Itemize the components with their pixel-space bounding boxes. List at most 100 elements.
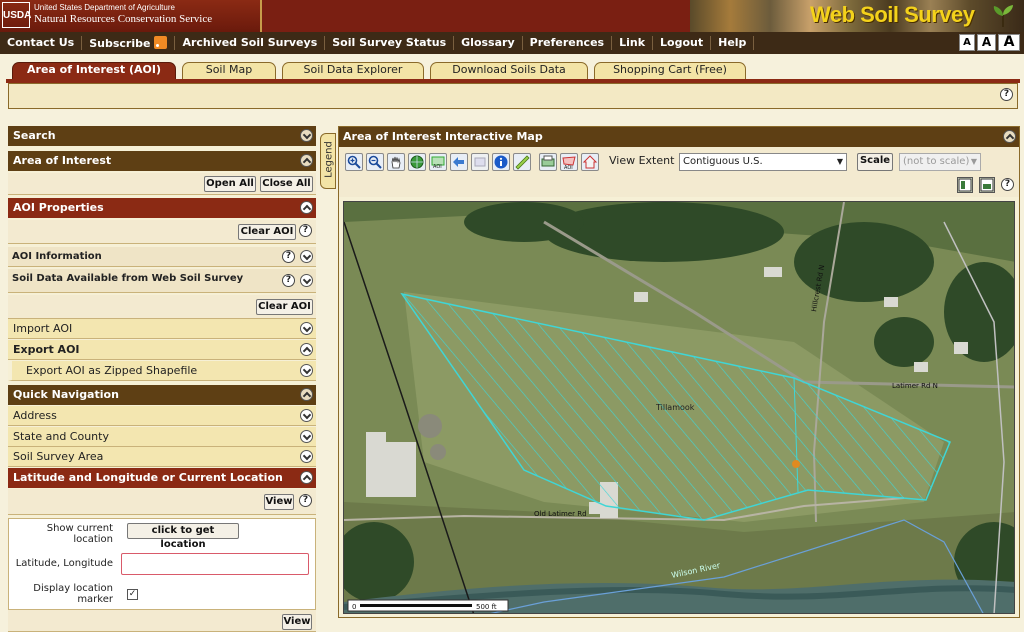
zoom-out-icon[interactable] (366, 153, 384, 171)
seedling-icon (993, 5, 1013, 27)
nav-logout[interactable]: Logout (653, 36, 712, 50)
clear-aoi-button-2[interactable]: Clear AOI (256, 299, 313, 315)
aoi-information-header[interactable]: AOI Information ? (8, 247, 316, 267)
aoi-header[interactable]: Area of Interest (8, 151, 316, 171)
show-current-location-label: Show current location (46, 523, 113, 545)
export-shapefile-label: Export AOI as Zipped Shapefile (26, 364, 198, 377)
home-icon[interactable] (581, 153, 599, 171)
svg-text:AOI: AOI (433, 164, 442, 170)
export-shapefile-header[interactable]: Export AOI as Zipped Shapefile (8, 361, 316, 381)
aoi-rect-icon[interactable]: AOI (429, 153, 447, 171)
address-header[interactable]: Address (8, 406, 316, 426)
chevron-down-icon[interactable] (300, 322, 313, 335)
aoi-properties-label: AOI Properties (13, 201, 104, 214)
aerial-map[interactable]: Tillamook Latimer Rd N Hillcrest Rd N Ol… (344, 202, 1015, 614)
zoom-in-icon[interactable] (345, 153, 363, 171)
road-label-latimer: Latimer Rd N (892, 382, 938, 390)
legend-tab[interactable]: Legend (320, 133, 336, 189)
help-icon[interactable]: ? (299, 494, 312, 507)
export-aoi-header[interactable]: Export AOI (8, 340, 316, 360)
tab-area-of-interest[interactable]: Area of Interest (AOI) (12, 62, 176, 80)
chevron-down-icon[interactable] (300, 129, 313, 142)
info-icon[interactable] (492, 153, 510, 171)
view-extent-select[interactable]: Contiguous U.S. (679, 153, 847, 171)
state-county-header[interactable]: State and County (8, 427, 316, 447)
view-button-2[interactable]: View (282, 614, 312, 630)
chevron-down-icon[interactable] (300, 430, 313, 443)
map-title: Area of Interest Interactive Map (343, 130, 543, 143)
import-aoi-header[interactable]: Import AOI (8, 319, 316, 339)
nav-glossary[interactable]: Glossary (454, 36, 523, 50)
tab-download-soils-data[interactable]: Download Soils Data (430, 62, 588, 80)
nav-soil-survey-status[interactable]: Soil Survey Status (325, 36, 455, 50)
map-canvas[interactable]: Tillamook Latimer Rd N Hillcrest Rd N Ol… (343, 201, 1015, 614)
chevron-up-icon[interactable] (300, 471, 313, 484)
nav-subscribe-label: Subscribe (89, 37, 151, 50)
latitude-longitude-input[interactable] (121, 553, 309, 575)
view-button[interactable]: View (264, 494, 294, 510)
chevron-up-icon[interactable] (300, 343, 313, 356)
overview-map-icon[interactable] (979, 177, 995, 193)
aoi-properties-header[interactable]: AOI Properties (8, 198, 316, 218)
display-marker-label: Display location marker (33, 583, 113, 605)
scale-button[interactable]: Scale (857, 153, 893, 171)
nav-contact-us[interactable]: Contact Us (0, 36, 83, 50)
chevron-down-icon[interactable] (300, 409, 313, 422)
lat-long-header[interactable]: Latitude and Longitude or Current Locati… (8, 468, 316, 488)
tab-soil-data-explorer[interactable]: Soil Data Explorer (282, 62, 424, 80)
display-marker-checkbox[interactable]: ✓ (127, 589, 138, 600)
road-label-old-latimer: Old Latimer Rd (534, 510, 587, 518)
help-icon[interactable]: ? (1000, 88, 1013, 101)
globe-icon[interactable] (408, 153, 426, 171)
get-location-button[interactable]: click to get location (127, 523, 239, 550)
clear-aoi-button[interactable]: Clear AOI (238, 224, 296, 240)
usda-branding[interactable]: USDA United States Department of Agricul… (0, 0, 262, 32)
soil-survey-area-header[interactable]: Soil Survey Area (8, 447, 316, 467)
forward-icon[interactable] (471, 153, 489, 171)
nav-subscribe[interactable]: Subscribe (82, 36, 176, 50)
nav-archived-soil-surveys[interactable]: Archived Soil Surveys (175, 36, 326, 50)
clear-aoi-row: Clear AOI ? (8, 220, 316, 244)
tab-soil-map[interactable]: Soil Map (182, 62, 276, 80)
tab-shopping-cart[interactable]: Shopping Cart (Free) (594, 62, 746, 80)
print-icon[interactable] (539, 153, 557, 171)
font-size-small-button[interactable]: A (959, 34, 975, 51)
chevron-down-icon[interactable] (300, 274, 313, 287)
svg-text:AOI: AOI (564, 165, 573, 170)
lat-long-label: Latitude and Longitude or Current Locati… (13, 471, 283, 484)
open-all-button[interactable]: Open All (204, 176, 256, 192)
soil-data-available-header[interactable]: Soil Data Available from Web Soil Survey… (8, 269, 316, 293)
address-label: Address (13, 409, 57, 422)
scale-select[interactable]: (not to scale) (899, 153, 981, 171)
chevron-up-icon[interactable] (300, 388, 313, 401)
back-icon[interactable] (450, 153, 468, 171)
font-size-large-button[interactable]: A (998, 34, 1020, 51)
scale-bar-end: 500 ft (476, 603, 497, 611)
chevron-down-icon[interactable] (300, 250, 313, 263)
chevron-up-icon[interactable] (300, 154, 313, 167)
nav-help[interactable]: Help (711, 36, 755, 50)
nav-link[interactable]: Link (612, 36, 654, 50)
scale-bar: 0 500 ft (347, 599, 509, 612)
help-icon[interactable]: ? (282, 250, 295, 263)
help-icon[interactable]: ? (1001, 178, 1014, 191)
view-extent-label: View Extent (609, 154, 675, 167)
aoi-polygon-icon[interactable]: AOI (560, 153, 578, 171)
chevron-up-icon[interactable] (300, 201, 313, 214)
layers-icon[interactable] (957, 177, 973, 193)
chevron-down-icon[interactable] (300, 450, 313, 463)
latitude-longitude-label: Latitude, Longitude (15, 558, 113, 569)
nav-preferences[interactable]: Preferences (523, 36, 613, 50)
measure-icon[interactable] (513, 153, 531, 171)
search-header[interactable]: Search (8, 126, 316, 146)
lat-long-form: Show current location click to get locat… (8, 518, 316, 610)
font-size-medium-button[interactable]: A (977, 34, 996, 51)
close-all-button[interactable]: Close All (260, 176, 313, 192)
help-icon[interactable]: ? (299, 224, 312, 237)
chevron-down-icon[interactable] (300, 364, 313, 377)
quick-navigation-header[interactable]: Quick Navigation (8, 385, 316, 405)
help-icon[interactable]: ? (282, 274, 295, 287)
chevron-up-icon[interactable] (1003, 130, 1016, 143)
quick-navigation-label: Quick Navigation (13, 388, 119, 401)
pan-icon[interactable] (387, 153, 405, 171)
